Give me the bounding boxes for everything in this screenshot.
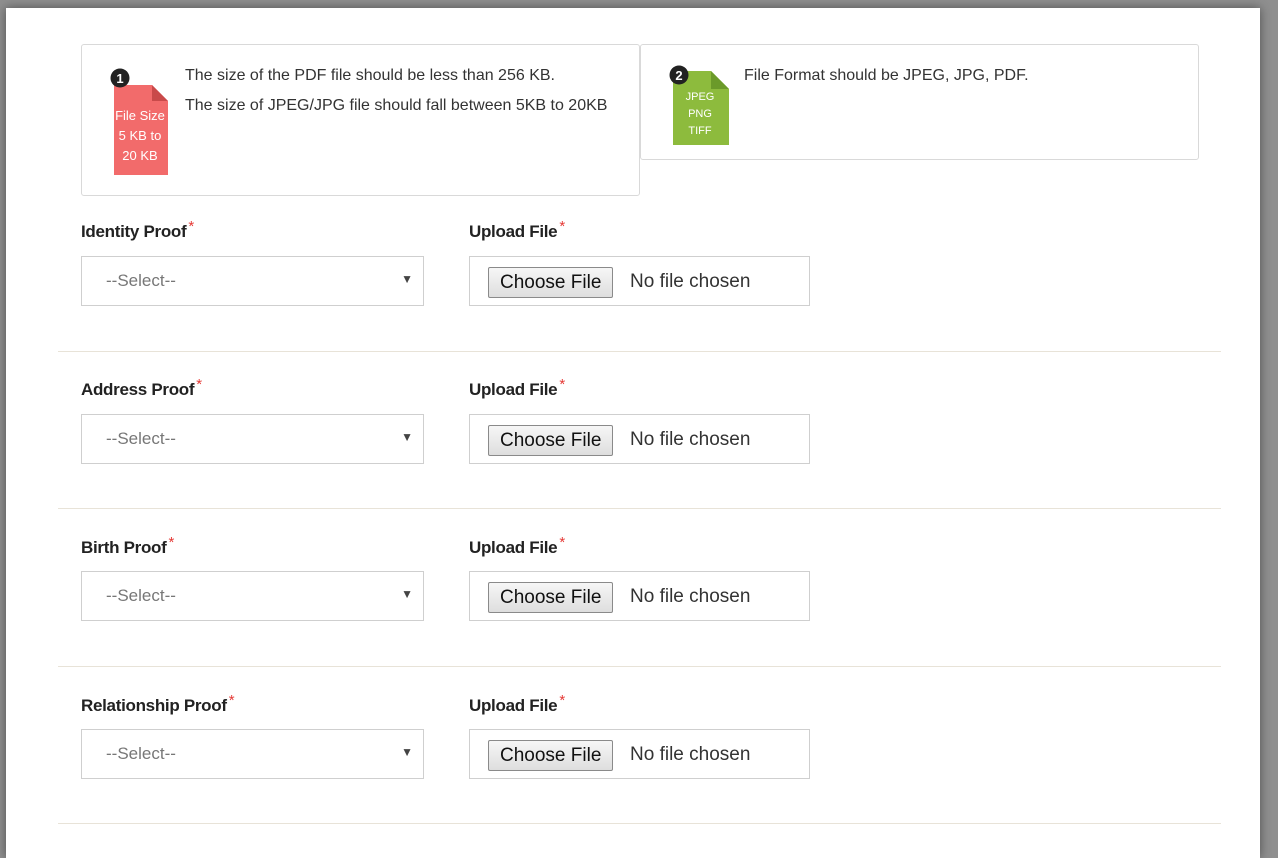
upload-documents-panel: 1 File Size 5 KB to 20 KB The size of th…: [6, 8, 1260, 858]
jpeg-size-rule: The size of JPEG/JPG file should fall be…: [185, 96, 608, 114]
icon-line: File Size: [115, 108, 165, 123]
choose-file-button[interactable]: Choose File: [488, 740, 614, 771]
required-marker: *: [188, 218, 194, 235]
label-text: Upload File: [469, 380, 558, 399]
file-size-info-card: 1 File Size 5 KB to 20 KB The size of th…: [81, 44, 640, 196]
divider: [58, 823, 1221, 824]
relationship-proof-select[interactable]: --Select-- ▼: [81, 729, 424, 779]
birth-upload-label: Upload File *: [469, 534, 565, 558]
file-size-info-text: The size of the PDF file should be less …: [185, 61, 625, 120]
label-text: Upload File: [469, 696, 558, 715]
choose-file-button[interactable]: Choose File: [488, 267, 614, 298]
required-marker: *: [559, 376, 565, 393]
icon-line: 20 KB: [122, 148, 157, 163]
select-value: --Select--: [106, 586, 176, 605]
birth-file-input[interactable]: Choose File No file chosen: [469, 571, 810, 621]
label-text: Birth Proof: [81, 538, 167, 557]
select-value: --Select--: [106, 271, 176, 290]
label-text: Upload File: [469, 222, 558, 241]
icon-line: PNG: [688, 108, 712, 120]
file-status: No file chosen: [630, 586, 751, 607]
required-marker: *: [559, 534, 565, 551]
badge-number: 2: [675, 68, 682, 83]
address-upload-label: Upload File *: [469, 376, 565, 400]
label-text: Address Proof: [81, 380, 195, 399]
file-size-icon: 1 File Size 5 KB to 20 KB: [110, 68, 168, 175]
required-marker: *: [168, 534, 175, 551]
relationship-upload-label: Upload File *: [469, 692, 565, 716]
file-format-info-card: 2 JPEG PNG TIFF File Format should be JP…: [640, 44, 1199, 160]
chevron-down-icon: ▼: [401, 430, 413, 444]
divider: [58, 351, 1221, 352]
required-marker: *: [559, 218, 565, 235]
address-file-input[interactable]: Choose File No file chosen: [469, 414, 810, 464]
birth-proof-label: Birth Proof *: [81, 534, 174, 558]
relationship-proof-label: Relationship Proof *: [81, 692, 235, 716]
chevron-down-icon: ▼: [401, 587, 413, 601]
pdf-size-rule: The size of the PDF file should be less …: [185, 67, 555, 84]
required-marker: *: [559, 692, 565, 709]
chevron-down-icon: ▼: [401, 745, 413, 759]
address-proof-label: Address Proof *: [81, 376, 202, 400]
label-text: Upload File: [469, 538, 558, 557]
divider: [58, 666, 1221, 667]
file-status: No file chosen: [630, 271, 751, 292]
format-rule: File Format should be JPEG, JPG, PDF.: [744, 67, 1029, 84]
label-text: Relationship Proof: [81, 696, 227, 715]
select-value: --Select--: [106, 429, 176, 448]
icon-line: TIFF: [688, 125, 711, 137]
icon-line: 5 KB to: [119, 128, 162, 143]
select-value: --Select--: [106, 744, 176, 763]
identity-proof-select[interactable]: --Select-- ▼: [81, 256, 424, 306]
address-proof-select[interactable]: --Select-- ▼: [81, 414, 424, 464]
relationship-file-input[interactable]: Choose File No file chosen: [469, 729, 810, 779]
choose-file-button[interactable]: Choose File: [488, 582, 614, 613]
label-text: Identity Proof: [81, 222, 187, 241]
icon-line: JPEG: [686, 91, 715, 103]
badge-number: 1: [116, 71, 123, 86]
required-marker: *: [196, 376, 202, 393]
file-status: No file chosen: [630, 429, 751, 450]
identity-upload-label: Upload File *: [469, 218, 565, 242]
file-format-icon: 2 JPEG PNG TIFF: [669, 65, 729, 145]
divider: [58, 508, 1221, 509]
identity-file-input[interactable]: Choose File No file chosen: [469, 256, 810, 306]
chevron-down-icon: ▼: [401, 272, 413, 286]
required-marker: *: [228, 692, 235, 709]
choose-file-button[interactable]: Choose File: [488, 425, 614, 456]
birth-proof-select[interactable]: --Select-- ▼: [81, 571, 424, 621]
file-format-info-text: File Format should be JPEG, JPG, PDF.: [744, 61, 1184, 91]
file-status: No file chosen: [630, 744, 751, 765]
identity-proof-label: Identity Proof *: [81, 218, 194, 242]
